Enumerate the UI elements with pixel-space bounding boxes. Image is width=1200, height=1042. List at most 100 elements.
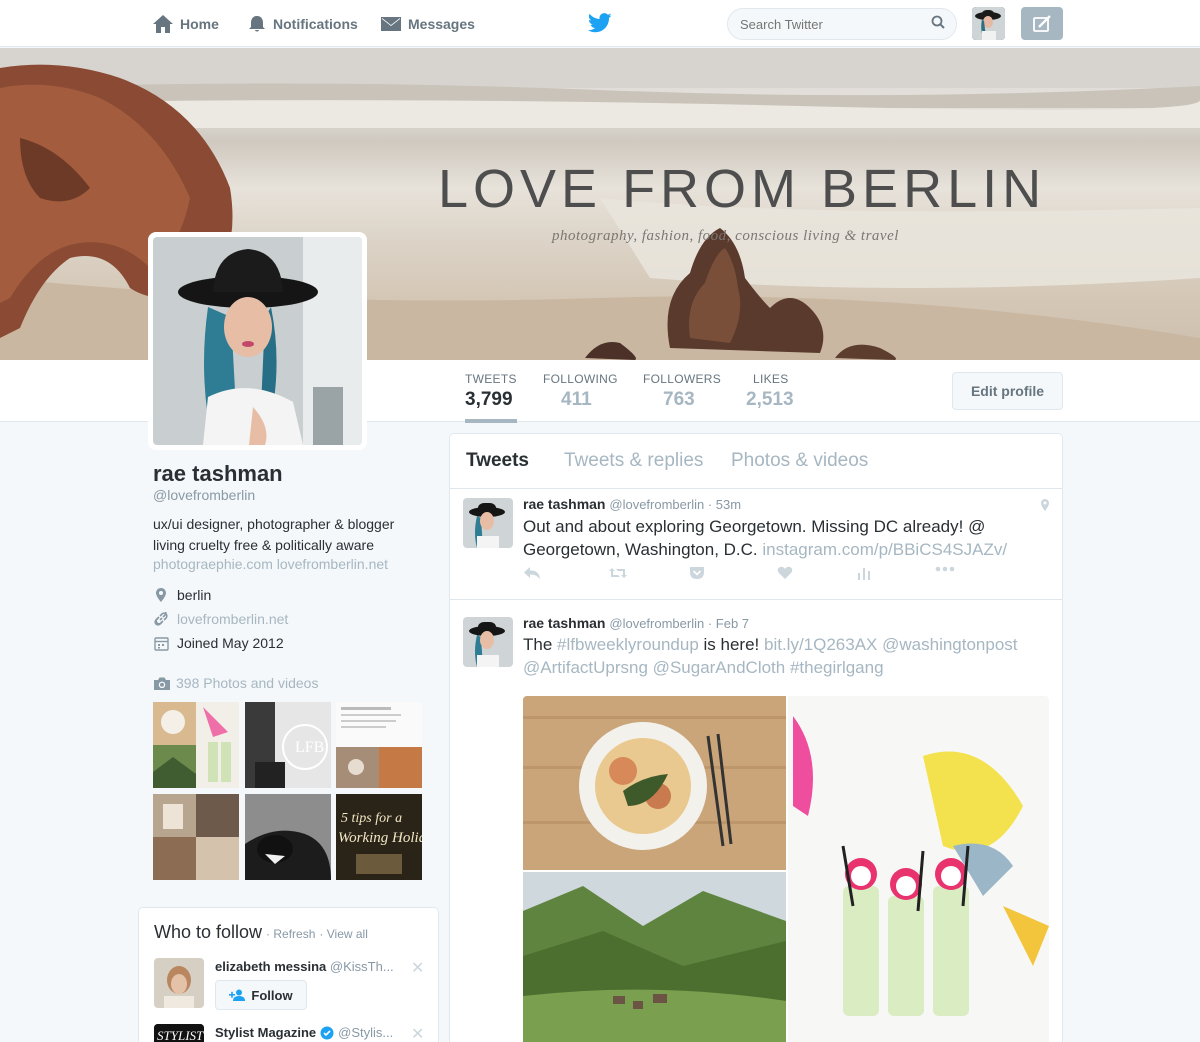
tweet-header: rae tashman @lovefromberlin · Feb 7: [523, 615, 749, 631]
home-icon: [153, 14, 173, 33]
nav-messages[interactable]: Messages: [380, 0, 475, 47]
retweet-icon[interactable]: [608, 566, 628, 580]
tweet[interactable]: rae tashman @lovefromberlin · 53m Out an…: [450, 490, 1062, 600]
verified-badge-icon: [320, 1026, 334, 1039]
compose-icon: [1033, 14, 1051, 32]
photo-thumbnail[interactable]: 5 tips for a Working Holid: [336, 794, 422, 880]
nav-notifications[interactable]: Notifications: [247, 0, 358, 47]
timeline: Tweets Tweets & replies Photos & videos …: [449, 433, 1063, 1042]
stat-likes-value: 2,513: [746, 389, 794, 410]
profile-avatar[interactable]: [148, 232, 367, 450]
tweet[interactable]: rae tashman @lovefromberlin · Feb 7 The …: [450, 609, 1062, 1042]
follow-button[interactable]: Follow: [215, 980, 307, 1010]
photo-thumbnail[interactable]: [336, 702, 422, 788]
stat-followers[interactable]: FOLLOWERS 763: [643, 372, 721, 411]
bio-line-1: ux/ui designer, photographer & blogger: [153, 516, 395, 532]
tweet-meta[interactable]: @lovefromberlin · 53m: [609, 497, 741, 512]
profile-location: berlin: [153, 587, 211, 603]
svg-text:Working Holid: Working Holid: [338, 830, 422, 846]
location-pin-icon: [153, 587, 169, 603]
banner-title: LOVE FROM BERLIN: [438, 159, 1047, 219]
search-icon[interactable]: [931, 15, 945, 29]
stat-likes[interactable]: LIKES 2,513: [746, 372, 794, 411]
suggested-user-display-name: elizabeth messina: [215, 959, 327, 974]
joined-text: Joined May 2012: [177, 635, 284, 651]
calendar-icon: [153, 636, 169, 651]
tweet-text: The #lfbweeklyroundup is here! bit.ly/1Q…: [523, 633, 1043, 679]
suggested-user: STYLIST Stylist Magazine @Stylis... ✕: [154, 1024, 429, 1042]
link-icon: [153, 612, 169, 626]
profile-website[interactable]: lovefromberlin.net: [153, 611, 288, 627]
camera-icon: [154, 677, 170, 690]
avatar[interactable]: [463, 498, 513, 548]
svg-text:STYLIST: STYLIST: [157, 1028, 204, 1042]
tweet-media[interactable]: [523, 696, 1049, 1042]
bio-links[interactable]: photograephie.com lovefromberlin.net: [153, 556, 388, 572]
like-heart-icon[interactable]: [777, 566, 793, 580]
tab-tweets-and-replies[interactable]: Tweets & replies: [564, 450, 703, 472]
stat-followers-value: 763: [663, 389, 695, 410]
reply-icon[interactable]: [523, 566, 541, 580]
suggested-user-handle: @Stylis...: [338, 1025, 394, 1040]
tweet-link[interactable]: instagram.com/p/BBiCS4SJAZv/: [762, 540, 1007, 559]
photos-count-label: 398 Photos and videos: [176, 675, 319, 691]
stat-tweets-value: 3,799: [465, 389, 513, 410]
avatar[interactable]: [154, 958, 204, 1008]
profile-handle[interactable]: @lovefromberlin: [153, 487, 255, 503]
avatar[interactable]: STYLIST: [154, 1024, 204, 1042]
who-to-follow-module: Who to follow · Refresh · View all eliza…: [138, 907, 439, 1042]
view-all-link[interactable]: · View all: [319, 927, 367, 941]
stat-likes-label: LIKES: [753, 372, 789, 386]
tweet-text: Out and about exploring Georgetown. Miss…: [523, 515, 1043, 561]
suggested-user: elizabeth messina @KissTh... ✕ Follow: [154, 958, 429, 1012]
website-link[interactable]: lovefromberlin.net: [177, 611, 288, 627]
timeline-tabs: Tweets Tweets & replies Photos & videos: [450, 434, 1062, 489]
avatar[interactable]: [463, 617, 513, 667]
dismiss-icon[interactable]: ✕: [411, 1024, 424, 1042]
more-options-icon[interactable]: [935, 566, 955, 572]
edit-profile-button[interactable]: Edit profile: [952, 372, 1063, 410]
photo-thumbnail[interactable]: [153, 794, 239, 880]
refresh-link[interactable]: · Refresh: [266, 927, 315, 941]
tab-photos-and-videos[interactable]: Photos & videos: [731, 450, 868, 472]
profile-photo: [153, 237, 362, 445]
tweet-header: rae tashman @lovefromberlin · 53m: [523, 496, 741, 512]
stat-tweets[interactable]: TWEETS 3,799: [465, 372, 517, 423]
photo-thumbnail[interactable]: [245, 794, 331, 880]
nav-home-label: Home: [180, 15, 219, 32]
compose-tweet-button[interactable]: [1021, 7, 1063, 40]
follow-button-label: Follow: [251, 987, 293, 1003]
who-to-follow-header: Who to follow · Refresh · View all: [154, 922, 368, 943]
tweet-meta[interactable]: @lovefromberlin · Feb 7: [609, 616, 749, 631]
photos-and-videos-link[interactable]: 398 Photos and videos: [153, 675, 318, 691]
tweet-actions: [523, 566, 973, 586]
svg-text:5 tips for a: 5 tips for a: [341, 811, 402, 826]
analytics-icon[interactable]: [857, 566, 871, 580]
hashtag-link[interactable]: #lfbweeklyroundup: [557, 635, 699, 654]
bell-icon: [249, 15, 265, 31]
tab-tweets[interactable]: Tweets: [466, 450, 529, 472]
search-input[interactable]: [727, 8, 957, 40]
nav-messages-label: Messages: [408, 15, 475, 32]
nav-avatar[interactable]: [972, 7, 1005, 40]
location-pin-icon[interactable]: [1040, 498, 1050, 512]
stat-followers-label: FOLLOWERS: [643, 372, 722, 386]
tweet-author-name[interactable]: rae tashman: [523, 496, 605, 512]
photo-thumbnail[interactable]: LFB: [245, 702, 331, 788]
stat-tweets-label: TWEETS: [465, 372, 517, 386]
save-pocket-icon[interactable]: [689, 566, 705, 580]
nav-notifications-label: Notifications: [273, 15, 358, 32]
suggested-user-name[interactable]: Stylist Magazine @Stylis...: [215, 1025, 415, 1040]
twitter-bird-icon[interactable]: [588, 13, 612, 33]
tweet-author-name[interactable]: rae tashman: [523, 615, 605, 631]
nav-home[interactable]: Home: [152, 0, 219, 47]
who-to-follow-title: Who to follow: [154, 922, 263, 942]
suggested-user-name[interactable]: elizabeth messina @KissTh...: [215, 959, 415, 974]
stat-following[interactable]: FOLLOWING 411: [543, 372, 618, 411]
dismiss-icon[interactable]: ✕: [411, 958, 424, 978]
media-collage: [523, 696, 1049, 1042]
photo-thumbnail[interactable]: [153, 702, 239, 788]
add-user-icon: [229, 989, 246, 1001]
envelope-icon: [381, 16, 401, 31]
bio-line-2: living cruelty free & politically aware: [153, 537, 374, 553]
